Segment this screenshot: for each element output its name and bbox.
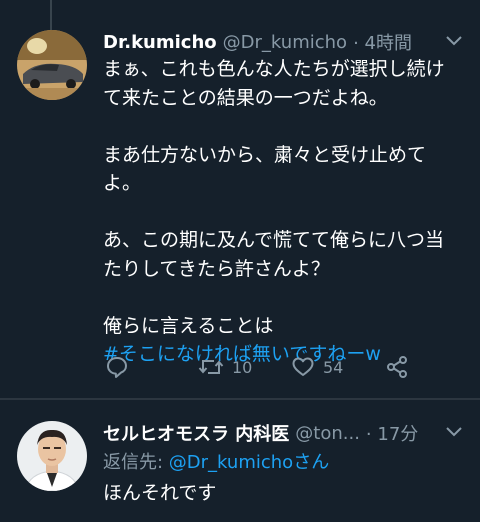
paragraph: まあ仕方ないから、粛々と受け止めて よ。 — [103, 143, 427, 195]
chevron-down-icon[interactable] — [446, 31, 462, 50]
retweet-count: 10 — [232, 357, 253, 377]
tweet[interactable]: Dr.kumicho @Dr_kumicho · 4時間 まぁ、これも色んな人た… — [0, 0, 480, 398]
tweet-header: Dr.kumicho @Dr_kumicho · 4時間 — [103, 29, 470, 55]
tweet-actions: 10 54 — [103, 355, 423, 383]
heart-icon — [291, 355, 315, 379]
reply-icon — [105, 355, 129, 379]
paragraph: あ、この期に及んで慌てて俺らに八つ当 たりしてきたら許さんよ？ — [103, 229, 445, 280]
reply-button[interactable] — [105, 355, 129, 379]
avatar[interactable] — [17, 30, 87, 100]
retweet-icon — [198, 355, 224, 379]
paragraph: まぁ、これも色んな人たちが選択し続け て来たことの結果の一つだよね。 — [103, 58, 445, 109]
display-name[interactable]: セルヒオモスラ 内科医 — [103, 420, 289, 446]
tweet[interactable]: セルヒオモスラ 内科医 @ton... · 17分 返信先: @Dr_kumic… — [0, 400, 480, 522]
like-button[interactable]: 54 — [291, 355, 343, 379]
timestamp[interactable]: · 17分 — [366, 420, 418, 446]
tweet-text: ほんそれです — [103, 482, 217, 504]
chevron-down-icon[interactable] — [446, 422, 462, 441]
share-icon — [385, 355, 409, 379]
tweet-text: まぁ、これも色んな人たちが選択し続け て来たことの結果の一つだよね。 まあ仕方な… — [103, 55, 463, 369]
like-count: 54 — [323, 357, 344, 377]
retweet-button[interactable]: 10 — [198, 355, 252, 379]
mention-link[interactable]: @Dr_kumichoさん — [169, 452, 329, 473]
handle[interactable]: @ton... — [295, 423, 360, 444]
tweet-header: セルヒオモスラ 内科医 @ton... · 17分 — [103, 420, 470, 446]
display-name[interactable]: Dr.kumicho — [103, 32, 217, 53]
handle[interactable]: @Dr_kumicho — [223, 32, 347, 53]
share-button[interactable] — [385, 355, 409, 379]
avatar[interactable] — [17, 421, 87, 491]
timestamp[interactable]: · 4時間 — [353, 29, 412, 55]
reply-context: 返信先: @Dr_kumichoさん — [103, 452, 330, 473]
